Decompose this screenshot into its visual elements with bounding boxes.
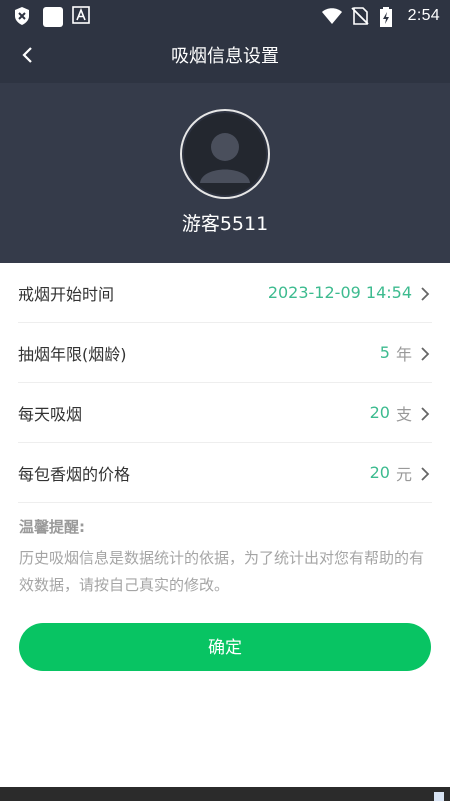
bottom-badge (434, 792, 444, 801)
nav-header: 吸烟信息设置 (0, 31, 450, 83)
battery-charging-icon (379, 6, 399, 27)
daily-cigarettes-value: 20 (369, 403, 390, 422)
a-badge-icon (72, 5, 92, 26)
settings-list: 戒烟开始时间 2023-12-09 14:54 抽烟年限(烟龄) 5 年 每天吸… (0, 263, 450, 503)
quit-start-time-row[interactable]: 戒烟开始时间 2023-12-09 14:54 (18, 263, 432, 323)
daily-cigarettes-unit: 支 (395, 404, 412, 424)
chevron-right-icon (418, 286, 432, 301)
tips-text: 历史吸烟信息是数据统计的依据，为了统计出对您有帮助的有效数据，请按自己真实的修改… (19, 549, 425, 594)
row-label: 抽烟年限(烟龄) (18, 344, 127, 364)
status-left-icons (12, 5, 92, 27)
row-label: 每天吸烟 (18, 404, 83, 424)
pack-price-unit: 元 (395, 464, 412, 484)
chevron-right-icon (418, 346, 432, 361)
chevron-right-icon (418, 406, 432, 421)
tips-title: 温馨提醒: (19, 518, 85, 536)
confirm-button[interactable]: 确定 (19, 623, 431, 671)
pack-price-value: 20 (369, 463, 390, 482)
no-sim-icon (350, 6, 370, 26)
status-right-icons: 2:54 (321, 6, 440, 27)
username: 游客5511 (181, 213, 269, 235)
wifi-icon (321, 6, 342, 26)
profile-section: 游客5511 (0, 83, 450, 263)
pack-price-row[interactable]: 每包香烟的价格 20 元 (18, 443, 432, 503)
status-time: 2:54 (407, 6, 440, 24)
quit-start-time-value: 2023-12-09 14:54 (267, 283, 412, 302)
default-avatar-icon (184, 113, 266, 195)
white-square-icon (42, 6, 63, 27)
row-label: 戒烟开始时间 (18, 284, 115, 304)
smoking-years-value: 5 (379, 343, 390, 362)
shield-x-icon (12, 6, 32, 26)
page-title: 吸烟信息设置 (171, 46, 279, 67)
row-label: 每包香烟的价格 (18, 464, 131, 484)
avatar[interactable] (180, 109, 270, 199)
bottom-bar (0, 787, 450, 801)
status-bar: 2:54 (0, 0, 450, 31)
smoking-years-row[interactable]: 抽烟年限(烟龄) 5 年 (18, 323, 432, 383)
smoking-years-unit: 年 (395, 344, 412, 364)
chevron-right-icon (418, 466, 432, 481)
daily-cigarettes-row[interactable]: 每天吸烟 20 支 (18, 383, 432, 443)
